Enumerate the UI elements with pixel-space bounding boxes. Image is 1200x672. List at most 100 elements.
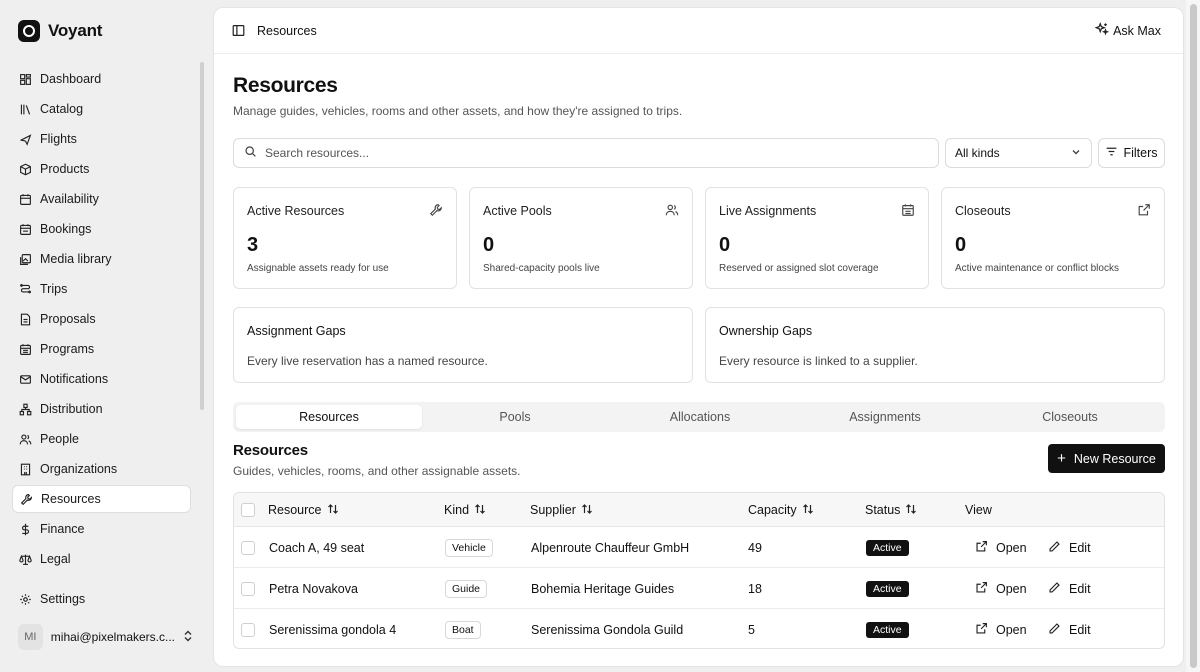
sort-icon (802, 503, 814, 518)
content: Resources Manage guides, vehicles, rooms… (233, 74, 1165, 649)
table-row[interactable]: Serenissima gondola 4 Boat Serenissima G… (234, 609, 1164, 648)
route-icon (19, 283, 32, 296)
search-icon (244, 145, 257, 161)
new-resource-button[interactable]: + New Resource (1048, 444, 1165, 473)
cell-kind: Guide (445, 568, 488, 609)
row-checkbox[interactable] (241, 609, 255, 648)
sidebar-item-resources[interactable]: Resources (12, 485, 191, 513)
sidebar-item-flights[interactable]: Flights (12, 125, 191, 153)
cell-kind: Boat (445, 609, 481, 648)
stat-description: Reserved or assigned slot coverage (719, 263, 879, 274)
edit-button[interactable]: Edit (1048, 609, 1091, 648)
table-row[interactable]: Petra Novakova Guide Bohemia Heritage Gu… (234, 568, 1164, 609)
kind-select[interactable]: All kinds (945, 138, 1092, 168)
gap-text: Every resource is linked to a supplier. (719, 354, 918, 368)
sidebar-item-media-library[interactable]: Media library (12, 245, 191, 273)
search-input[interactable] (265, 146, 865, 160)
cell-resource: Coach A, 49 seat (269, 540, 365, 555)
chevron-up-down-icon (183, 630, 193, 645)
sidebar-item-programs[interactable]: Programs (12, 335, 191, 363)
tab-resources[interactable]: Resources (236, 405, 422, 429)
row-checkbox[interactable] (241, 568, 255, 609)
select-all-checkbox[interactable] (241, 493, 255, 527)
page-scrollbar[interactable] (1186, 0, 1200, 672)
cell-capacity: 5 (748, 622, 755, 637)
ask-max-label: Ask Max (1113, 23, 1161, 38)
stat-card-active-pools: Active Pools 0 Shared-capacity pools liv… (469, 187, 693, 289)
ownership-gaps-card: Ownership Gaps Every resource is linked … (705, 307, 1165, 383)
kind-badge: Vehicle (445, 538, 493, 557)
tab-allocations[interactable]: Allocations (607, 405, 793, 429)
sidebar-item-legal[interactable]: Legal (12, 545, 191, 573)
tab-assignments[interactable]: Assignments (792, 405, 978, 429)
page-scrollbar-thumb[interactable] (1190, 4, 1197, 668)
cell-kind: Vehicle (445, 527, 493, 568)
status-badge: Active (866, 580, 909, 597)
column-header-capacity[interactable]: Capacity (748, 493, 814, 527)
gap-text: Every live reservation has a named resou… (247, 354, 488, 368)
section-title: Resources (233, 442, 308, 459)
calendar-icon (901, 203, 915, 217)
cell-status: Active (866, 568, 909, 609)
sidebar-item-distribution[interactable]: Distribution (12, 395, 191, 423)
sidebar-item-label: Availability (40, 192, 99, 206)
box-icon (19, 163, 32, 176)
edit-label: Edit (1069, 540, 1091, 555)
gear-icon (19, 593, 32, 606)
brand[interactable]: Voyant (18, 20, 102, 42)
sidebar-item-catalog[interactable]: Catalog (12, 95, 191, 123)
edit-button[interactable]: Edit (1048, 568, 1091, 609)
open-button[interactable]: Open (975, 568, 1027, 609)
cell-supplier: Alpenroute Chauffeur GmbH (531, 540, 690, 555)
calendar-check-icon (19, 223, 32, 236)
sidebar-toggle-icon[interactable] (232, 24, 245, 37)
cell-supplier: Serenissima Gondola Guild (531, 622, 684, 637)
cell-capacity: 49 (748, 540, 762, 555)
column-header-resource[interactable]: Resource (268, 493, 339, 527)
sidebar-item-label: Legal (40, 552, 71, 566)
column-header-kind[interactable]: Kind (444, 493, 486, 527)
sidebar-item-trips[interactable]: Trips (12, 275, 191, 303)
ask-max-button[interactable]: Ask Max (1094, 21, 1161, 39)
sidebar-item-notifications[interactable]: Notifications (12, 365, 191, 393)
sidebar-item-settings[interactable]: Settings (12, 585, 191, 613)
sidebar-item-people[interactable]: People (12, 425, 191, 453)
sidebar-item-label: Programs (40, 342, 95, 356)
filters-button[interactable]: Filters (1098, 138, 1165, 168)
dollar-icon (19, 523, 32, 536)
table-row[interactable]: Coach A, 49 seat Vehicle Alpenroute Chau… (234, 527, 1164, 568)
stat-value: 0 (719, 234, 731, 256)
image-icon (19, 253, 32, 266)
sort-icon (905, 503, 917, 518)
sidebar-item-finance[interactable]: Finance (12, 515, 191, 543)
status-badge: Active (866, 621, 909, 638)
edit-button[interactable]: Edit (1048, 527, 1091, 568)
user-menu[interactable]: MI mihai@pixelmakers.c... (18, 624, 193, 650)
column-header-supplier[interactable]: Supplier (530, 493, 593, 527)
tab-closeouts[interactable]: Closeouts (977, 405, 1163, 429)
stat-description: Shared-capacity pools live (483, 263, 600, 274)
open-button[interactable]: Open (975, 609, 1027, 648)
pencil-icon (1048, 540, 1061, 556)
sidebar-item-organizations[interactable]: Organizations (12, 455, 191, 483)
tab-pools[interactable]: Pools (422, 405, 608, 429)
kind-select-value: All kinds (955, 146, 1000, 160)
sidebar-item-dashboard[interactable]: Dashboard (12, 65, 191, 93)
sidebar-settings: Settings (12, 585, 191, 615)
sidebar-item-availability[interactable]: Availability (12, 185, 191, 213)
row-checkbox[interactable] (241, 527, 255, 568)
sort-icon (474, 503, 486, 518)
sidebar-scrollbar[interactable] (200, 62, 204, 410)
sidebar-item-products[interactable]: Products (12, 155, 191, 183)
filters-label: Filters (1123, 146, 1158, 160)
column-header-status[interactable]: Status (865, 493, 917, 527)
sidebar-item-label: Organizations (40, 462, 118, 476)
sort-icon (581, 503, 593, 518)
sidebar-item-label: Settings (40, 592, 86, 606)
sidebar-item-bookings[interactable]: Bookings (12, 215, 191, 243)
search-field[interactable] (233, 138, 939, 168)
sidebar-item-label: Resources (41, 492, 101, 506)
sidebar-item-proposals[interactable]: Proposals (12, 305, 191, 333)
calendar-grid-icon (19, 343, 32, 356)
open-button[interactable]: Open (975, 527, 1027, 568)
